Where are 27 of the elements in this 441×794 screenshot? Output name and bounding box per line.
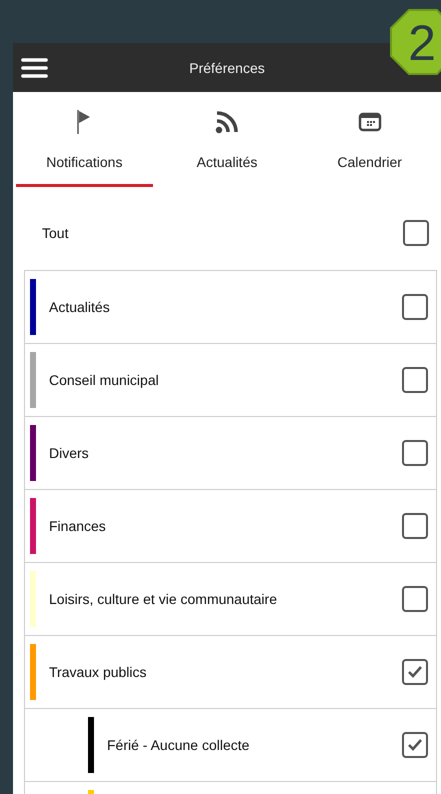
- checkbox[interactable]: [402, 294, 428, 320]
- checkbox[interactable]: [403, 220, 429, 246]
- menu-icon[interactable]: [21, 58, 48, 78]
- checkbox[interactable]: [402, 440, 428, 466]
- category-label: Travaux publics: [49, 664, 147, 680]
- step-badge: 2: [389, 8, 441, 76]
- checkbox[interactable]: [402, 659, 428, 685]
- category-label: Divers: [49, 445, 89, 461]
- flag-icon: [77, 110, 92, 134]
- tab[interactable]: Notifications: [13, 92, 156, 190]
- rss-icon: [215, 110, 239, 134]
- check-icon: [407, 665, 423, 679]
- category-label: Actualités: [49, 299, 110, 315]
- select-all-label: Tout: [42, 225, 68, 241]
- category-label: Loisirs, culture et vie communautaire: [49, 591, 277, 607]
- checkbox[interactable]: [402, 367, 428, 393]
- category-label: Férié - Aucune collecte: [107, 737, 250, 753]
- tab[interactable]: Actualités: [156, 92, 298, 190]
- calendar-icon: [358, 110, 382, 134]
- checkbox[interactable]: [402, 586, 428, 612]
- checkbox[interactable]: [402, 732, 428, 758]
- tab[interactable]: Calendrier: [298, 92, 441, 190]
- category-label: Conseil municipal: [49, 372, 159, 388]
- checkbox[interactable]: [402, 513, 428, 539]
- check-icon: [407, 738, 423, 752]
- header-title: Préférences: [189, 60, 265, 76]
- category-label: Finances: [49, 518, 106, 534]
